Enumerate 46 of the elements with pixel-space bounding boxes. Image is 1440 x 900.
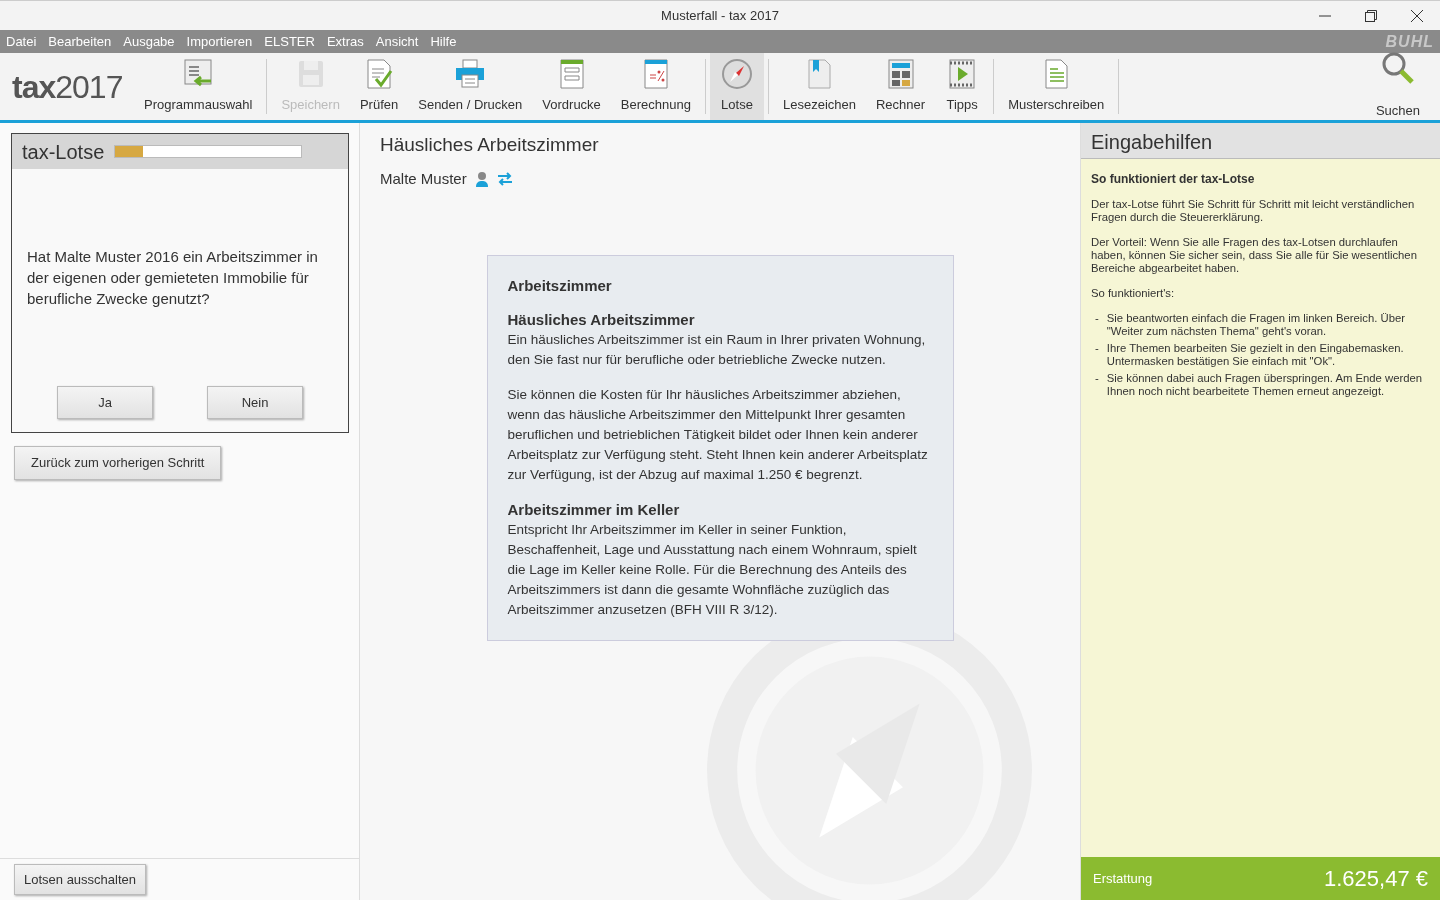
- help-paragraph: So funktioniert's:: [1091, 287, 1176, 300]
- toolbar-button[interactable]: Musterschreiben: [998, 53, 1115, 120]
- info-paragraph: Sie können die Kosten für Ihr häusliches Arbeitszimmer abziehen, wenn das häusliche Arbeitszimmer den Mittelpunkt Ihrer gesamten beruflichen und betrieblichen Tätigkeit bildet oder Ihnen kein anderer Arbeitsplatz zur Verfügung steht. Steht Ihnen kein anderer Arbeitsplatz zur Verfügung, ist der Abzug auf maximal 1.250 € begrenzt.: [507, 386, 929, 484]
- swap-arrows-icon[interactable]: [496, 171, 513, 186]
- toolbar-button[interactable]: Programmauswahl: [134, 53, 263, 120]
- panel-title: Eingabehilfen: [1081, 123, 1440, 159]
- answer-button[interactable]: Nein: [207, 385, 303, 419]
- help-bullet-text: Sie können dabei auch Fragen überspringen. Am Ende werden Ihnen noch nicht bearbeitete Themen erneut angezeigt.: [1106, 372, 1424, 398]
- logo-year: 2017: [55, 67, 123, 107]
- close-icon: [1411, 9, 1423, 22]
- bullet-marker: -: [1095, 372, 1099, 386]
- toolbar-button[interactable]: Prüfen: [349, 53, 409, 120]
- logo-word: tax: [12, 67, 56, 107]
- window-title: Musterfall - tax 2017: [661, 6, 779, 25]
- page-title: Häusliches Arbeitszimmer: [380, 133, 600, 157]
- toolbar-button[interactable]: Vordrucke: [532, 53, 611, 120]
- info-paragraph: Ein häusliches Arbeitszimmer ist ein Raum in Ihrer privaten Wohnung, den Sie fast nur für berufliche oder betriebliche Zwecke nutzen.: [507, 331, 927, 369]
- search-icon: [1380, 51, 1415, 85]
- switch-off-button[interactable]: Lotsen ausschalten: [14, 863, 147, 895]
- toolbar-button[interactable]: Berechnung: [610, 53, 701, 120]
- toolbar-button[interactable]: Rechner: [866, 53, 936, 120]
- section-heading: Arbeitszimmer im Keller: [507, 500, 681, 520]
- help-paragraph: Der Vorteil: Wenn Sie alle Fragen des tax-Lotsen durchlaufen haben, können Sie sicher sein, dass Sie alle für Sie wesentlichen Bereiche abgearbeitet haben.: [1091, 236, 1418, 275]
- toolbar-button[interactable]: Lesezeichen: [773, 53, 866, 120]
- refund-label: Erstattung: [1093, 869, 1153, 888]
- help-bullet-text: Sie beantworten einfach die Fragen im linken Bereich. Über "Weiter zum nächsten Thema" geht's voran.: [1106, 312, 1407, 338]
- toolbar-button[interactable]: Senden / Drucken: [408, 53, 533, 120]
- toolbar-button[interactable]: Tipps: [935, 53, 990, 120]
- back-button[interactable]: Zurück zum vorherigen Schritt: [14, 446, 222, 480]
- help-bullet-text: Ihre Themen bearbeiten Sie gezielt in den Eingabemasken. Untermasken bestätigen Sie einfach mit "Ok".: [1106, 342, 1405, 368]
- bullet-marker: -: [1095, 312, 1099, 326]
- toolbar-button[interactable]: Lotse: [710, 53, 764, 120]
- refund-amount: 1.625,47 €: [1324, 865, 1428, 893]
- compass-icon: [720, 57, 754, 91]
- answer-button[interactable]: Ja: [57, 385, 153, 419]
- help-paragraph: Der tax-Lotse führt Sie Schritt für Schritt mit leicht verständlichen Fragen durch die Steuererklärung.: [1091, 198, 1416, 224]
- info-paragraph: Entspricht Ihr Arbeitszimmer im Keller in seiner Funktion, Beschaffenheit, Lage und Ausstattung nach einem Wohnraum, spielt die Lage im Keller keine Rolle. Für die Berechnung des Anteils des Arbeitszimmers ist dann die gesamte Wohnfläche zuzüglich das Arbeitszimmer anzusetzen (BFH VIII R 3/12).: [507, 521, 918, 619]
- restore-icon: [1365, 9, 1377, 22]
- person-name: Malte Muster: [380, 168, 467, 189]
- card-title: Arbeitszimmer: [507, 276, 613, 296]
- bullet-marker: -: [1095, 342, 1099, 356]
- panel-title: tax-Lotse: [22, 139, 105, 165]
- person-icon: [474, 170, 489, 187]
- section-heading: Häusliches Arbeitszimmer: [507, 310, 696, 330]
- help-heading: So funktioniert der tax-Lotse: [1091, 173, 1256, 186]
- question-text: Hat Malte Muster 2016 ein Arbeitszimmer in der eigenen oder gemieteten Immobilie für berufliche Zwecke genutzt?: [26, 247, 319, 309]
